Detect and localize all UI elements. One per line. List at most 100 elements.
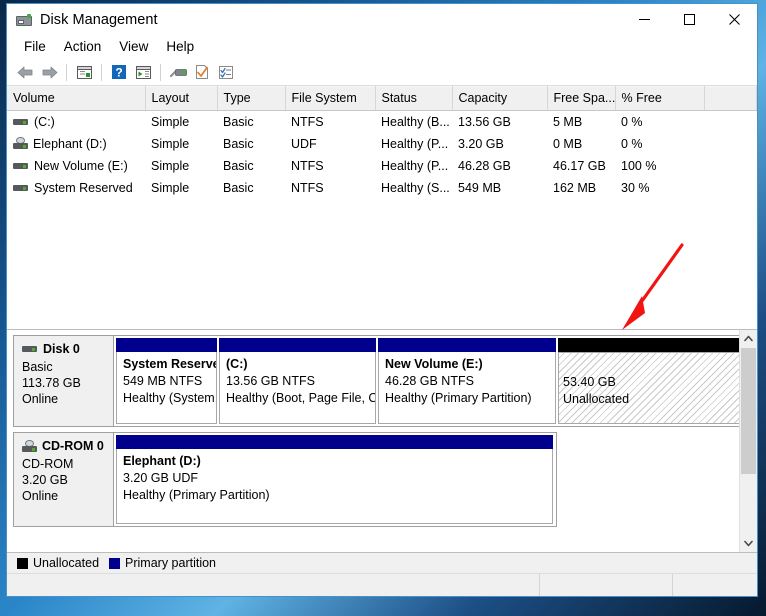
partitions-cdrom0: Elephant (D:) 3.20 GB UDF Healthy (Prima… bbox=[114, 432, 557, 527]
hard-disk-icon bbox=[13, 116, 29, 128]
column-header-layout[interactable]: Layout bbox=[145, 86, 218, 111]
status-panel-2 bbox=[540, 574, 673, 596]
maximize-button[interactable] bbox=[667, 4, 712, 35]
cell-type: Basic bbox=[223, 114, 254, 129]
column-header-spacer[interactable] bbox=[704, 86, 757, 111]
forward-button[interactable] bbox=[37, 61, 61, 83]
status-bar bbox=[7, 573, 757, 596]
table-header-row: Volume Layout Type File System Status Ca… bbox=[7, 86, 757, 111]
table-row[interactable]: System Reserved Simple Basic NTFS Health… bbox=[7, 177, 757, 199]
list-check-icon[interactable] bbox=[214, 61, 238, 83]
menu-file[interactable]: File bbox=[15, 37, 55, 57]
scroll-up-button[interactable] bbox=[740, 330, 757, 347]
legend-label-unallocated: Unallocated bbox=[33, 556, 100, 570]
cell-free-space: 46.17 GB bbox=[553, 158, 606, 173]
column-header-status[interactable]: Status bbox=[375, 86, 453, 111]
column-header-type[interactable]: Type bbox=[217, 86, 286, 111]
disk-map-pane: Disk 0 Basic 113.78 GB Online System Res… bbox=[7, 330, 757, 552]
cell-percent-free: 0 % bbox=[621, 114, 643, 129]
svg-text:?: ? bbox=[115, 66, 122, 80]
cell-free-space: 162 MB bbox=[553, 180, 597, 195]
cdrom-icon bbox=[13, 137, 29, 150]
disk-status: Online bbox=[22, 392, 59, 406]
console-tree-icon[interactable] bbox=[72, 61, 96, 83]
action-pane-icon[interactable] bbox=[131, 61, 155, 83]
disk-info-disk0[interactable]: Disk 0 Basic 113.78 GB Online bbox=[13, 335, 114, 427]
cell-layout: Simple bbox=[151, 114, 190, 129]
disk-type: CD-ROM bbox=[22, 457, 74, 471]
disk-rescan-icon[interactable] bbox=[166, 61, 190, 83]
legend-swatch-primary bbox=[109, 557, 121, 569]
table-row[interactable]: New Volume (E:) Simple Basic NTFS Health… bbox=[7, 155, 757, 177]
cell-type: Basic bbox=[223, 180, 254, 195]
column-header-volume[interactable]: Volume bbox=[7, 86, 146, 111]
partition-elephant-d[interactable]: Elephant (D:) 3.20 GB UDF Healthy (Prima… bbox=[116, 435, 553, 524]
column-header-free-space[interactable]: Free Spa... bbox=[547, 86, 616, 111]
cell-percent-free: 100 % bbox=[621, 158, 657, 173]
table-row[interactable]: (C:) Simple Basic NTFS Healthy (B... 13.… bbox=[7, 111, 757, 134]
column-header-file-system[interactable]: File System bbox=[285, 86, 376, 111]
partition-unallocated[interactable]: 53.40 GB Unallocated bbox=[558, 338, 740, 424]
partition-label: New Volume (E:) bbox=[385, 357, 483, 371]
close-button[interactable] bbox=[712, 4, 757, 35]
partition-label: Elephant (D:) bbox=[123, 454, 201, 468]
table-row[interactable]: Elephant (D:) Simple Basic UDF Healthy (… bbox=[7, 133, 757, 155]
cell-percent-free: 0 % bbox=[621, 136, 643, 151]
partition-size: 549 MB NTFS bbox=[123, 374, 203, 388]
volume-list-pane: Volume Layout Type File System Status Ca… bbox=[7, 86, 757, 330]
disk-row-disk0: Disk 0 Basic 113.78 GB Online System Res… bbox=[13, 335, 740, 427]
scroll-down-button[interactable] bbox=[740, 535, 757, 552]
partition-color-bar bbox=[558, 338, 740, 352]
legend-item-unallocated: Unallocated bbox=[17, 556, 99, 570]
hard-disk-icon bbox=[22, 343, 38, 355]
cell-layout: Simple bbox=[151, 158, 190, 173]
partition-system-reserved[interactable]: System Reserve 549 MB NTFS Healthy (Syst… bbox=[116, 338, 217, 424]
unallocated-size: 53.40 GB bbox=[563, 375, 616, 389]
partition-new-volume[interactable]: New Volume (E:) 46.28 GB NTFS Healthy (P… bbox=[378, 338, 556, 424]
column-header-capacity[interactable]: Capacity bbox=[452, 86, 548, 111]
question-mark-icon[interactable]: ? bbox=[107, 61, 131, 83]
back-button[interactable] bbox=[13, 61, 37, 83]
cell-file-system: UDF bbox=[291, 136, 317, 151]
cell-file-system: NTFS bbox=[291, 114, 324, 129]
cell-spacer bbox=[704, 155, 757, 177]
disk-management-window: Disk Management File Action View Help ? … bbox=[6, 3, 758, 597]
disk-map-scrollbar[interactable] bbox=[739, 330, 757, 552]
cell-file-system: NTFS bbox=[291, 158, 324, 173]
menu-action[interactable]: Action bbox=[55, 37, 111, 57]
cell-status: Healthy (P... bbox=[381, 158, 449, 173]
partition-color-bar bbox=[116, 435, 553, 449]
window-controls bbox=[622, 4, 757, 35]
cell-spacer bbox=[704, 177, 757, 199]
cell-percent-free: 30 % bbox=[621, 180, 650, 195]
menu-help[interactable]: Help bbox=[157, 37, 203, 57]
cell-spacer bbox=[704, 111, 757, 134]
menu-bar: File Action View Help bbox=[7, 35, 757, 59]
partition-c-drive[interactable]: (C:) 13.56 GB NTFS Healthy (Boot, Page F… bbox=[219, 338, 376, 424]
cell-capacity: 3.20 GB bbox=[458, 136, 504, 151]
partition-label: System Reserve bbox=[123, 357, 217, 371]
cell-layout: Simple bbox=[151, 136, 190, 151]
cell-volume: System Reserved bbox=[7, 177, 145, 199]
window-title: Disk Management bbox=[40, 11, 158, 28]
column-header-percent-free[interactable]: % Free bbox=[615, 86, 705, 111]
cell-free-space: 5 MB bbox=[553, 114, 583, 129]
checkmark-page-icon[interactable] bbox=[190, 61, 214, 83]
partition-color-bar bbox=[219, 338, 376, 352]
cell-volume: New Volume (E:) bbox=[7, 155, 145, 177]
scrollbar-thumb[interactable] bbox=[741, 348, 756, 474]
volume-label: System Reserved bbox=[34, 180, 133, 195]
title-bar: Disk Management bbox=[7, 4, 757, 35]
partition-color-bar bbox=[116, 338, 217, 352]
cell-file-system: NTFS bbox=[291, 180, 324, 195]
partitions-disk0: System Reserve 549 MB NTFS Healthy (Syst… bbox=[114, 335, 740, 427]
cell-capacity: 13.56 GB bbox=[458, 114, 511, 129]
minimize-button[interactable] bbox=[622, 4, 667, 35]
cell-spacer bbox=[704, 133, 757, 155]
legend-label-primary: Primary partition bbox=[125, 556, 217, 570]
disk-info-cdrom0[interactable]: CD-ROM 0 CD-ROM 3.20 GB Online bbox=[13, 432, 114, 527]
menu-view[interactable]: View bbox=[110, 37, 157, 57]
toolbar-separator bbox=[101, 63, 102, 81]
cell-type: Basic bbox=[223, 158, 254, 173]
partition-status: Healthy (Boot, Page File, Cr bbox=[226, 391, 376, 405]
